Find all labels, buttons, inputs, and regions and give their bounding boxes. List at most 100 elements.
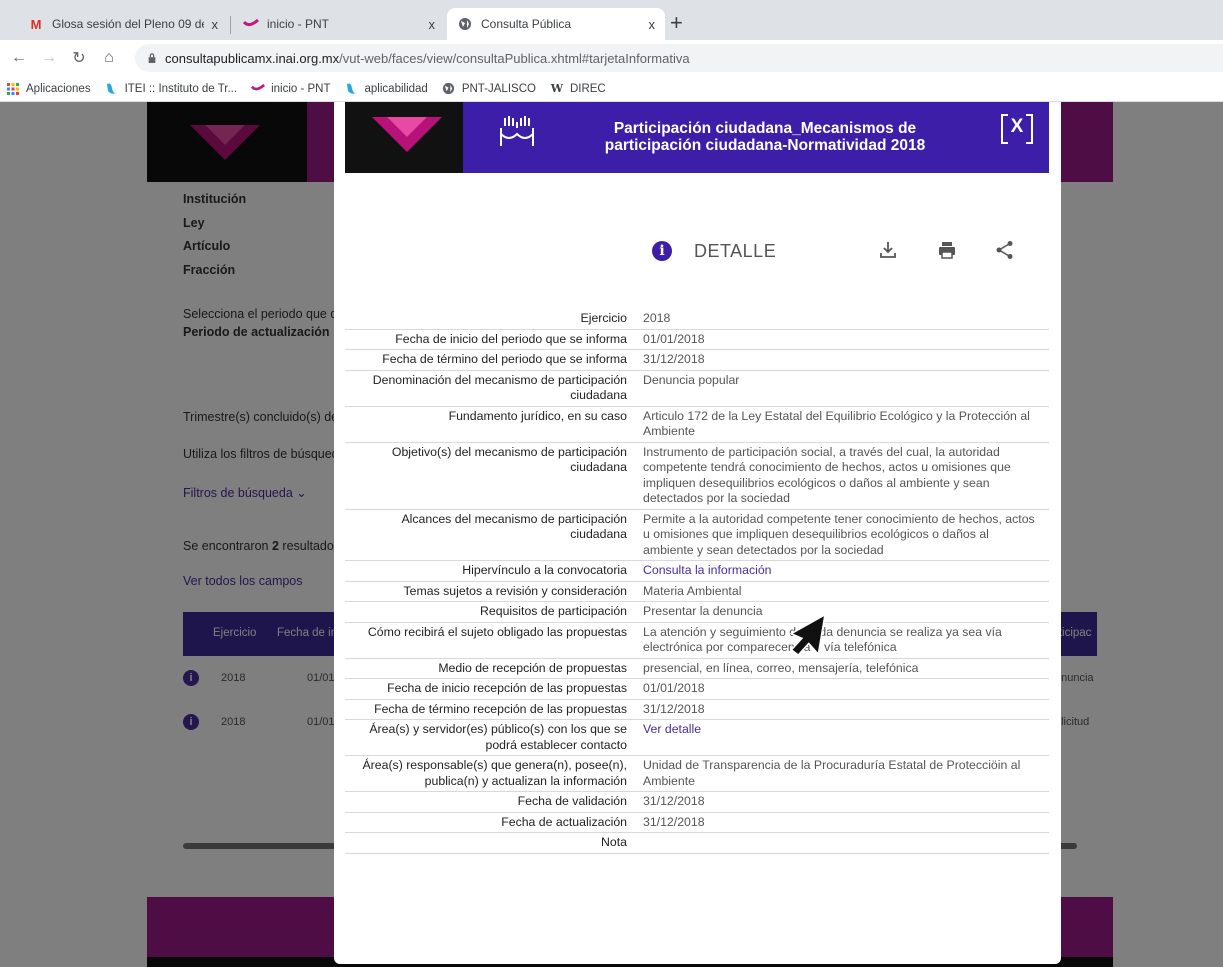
address-bar[interactable]: consultapublicamx.inai.org.mx/vut-web/fa…: [135, 44, 1223, 72]
detail-row-value: 31/12/2018: [643, 794, 705, 808]
detail-row-value: La atención y seguimiento de cada denunc…: [643, 624, 1002, 655]
pnt-icon: [243, 16, 259, 32]
browser-tab-consulta[interactable]: Consulta Pública x: [447, 8, 665, 40]
detail-row-label: Denominación del mecanismo de participac…: [372, 372, 627, 403]
detail-row-label: Fundamento jurídico, en su caso: [448, 408, 627, 423]
itei-icon: [345, 82, 359, 96]
close-button[interactable]: X: [1001, 114, 1033, 144]
detail-row-link[interactable]: Ver detalle: [643, 722, 701, 736]
gmail-icon: M: [30, 16, 42, 32]
pnt-icon: [251, 82, 266, 96]
detail-row-value: Instrumento de participación social, a t…: [643, 444, 1011, 506]
lock-icon: [148, 53, 156, 63]
browser-toolbar: ← → ↻ ⌂ consultapublicamx.inai.org.mx/vu…: [0, 40, 1223, 76]
detail-row-value: Permite a la autoridad competente tener …: [643, 511, 1035, 557]
print-icon[interactable]: [937, 240, 957, 260]
bookmark-label: inicio - PNT: [271, 82, 331, 95]
detail-row-value: presencial, en línea, correo, mensajería…: [643, 660, 919, 675]
detail-row-label: Fecha de actualización: [501, 814, 627, 829]
tab-close-icon[interactable]: x: [429, 17, 436, 32]
browser-tab-glosa[interactable]: M Glosa sesión del Pleno 09 de sep x: [18, 8, 228, 40]
wikipedia-icon: W: [550, 82, 564, 95]
detail-row-label: Fecha de inicio recepción de las propues…: [387, 681, 627, 695]
bookmark-itei[interactable]: ITEI :: Instituto de Tr...: [105, 82, 238, 96]
detail-row: Hipervínculo a la convocatoria Consulta l…: [345, 561, 1049, 582]
detail-row-value: 31/12/2018: [643, 814, 705, 829]
download-icon[interactable]: [878, 240, 898, 260]
url-host: consultapublicamx.inai.org.mx: [165, 50, 340, 66]
detail-row-value: 01/01/2018: [643, 681, 705, 695]
detail-row: Fecha de término del periodo que se info…: [345, 350, 1049, 371]
detail-row: Nota: [345, 833, 1049, 854]
pnt-logo-icon: [372, 117, 442, 152]
detail-row: Fecha de inicio recepción de las propues…: [345, 679, 1049, 700]
detail-row-value: Materia Ambiental: [643, 583, 742, 598]
share-icon[interactable]: [995, 240, 1015, 260]
bookmark-apps[interactable]: Aplicaciones: [6, 82, 91, 96]
raised-hands-icon: [500, 116, 534, 146]
detail-row: Fecha de actualización 31/12/2018: [345, 813, 1049, 833]
home-icon[interactable]: ⌂: [98, 49, 120, 67]
mouse-pointer-icon: [789, 615, 826, 656]
bookmark-pnt-jalisco[interactable]: PNT-JALISCO: [442, 82, 536, 96]
modal-title: Participación ciudadana_Mecanismos de pa…: [604, 120, 926, 154]
detail-row-value: Denuncia popular: [643, 372, 740, 387]
bookmark-label: ITEI :: Instituto de Tr...: [124, 82, 238, 95]
detail-row-value: 31/12/2018: [643, 352, 705, 366]
tab-close-icon[interactable]: x: [212, 17, 219, 32]
detail-row: Cómo recibirá el sujeto obligado las pro…: [345, 623, 1049, 659]
detail-row-label: Objetivo(s) del mecanismo de participaci…: [391, 444, 627, 475]
tab-close-icon[interactable]: x: [649, 17, 656, 32]
tab-title: Glosa sesión del Pleno 09 de sep: [52, 17, 204, 31]
detail-row-value: Consulta la información: [635, 561, 1049, 581]
detail-row-label: Ejercicio: [580, 311, 627, 325]
new-tab-button[interactable]: +: [670, 12, 683, 34]
detail-row: Requisitos de participación Presentar la …: [345, 602, 1049, 623]
detail-row-value: 2018: [643, 311, 671, 325]
detail-row: Área(s) responsable(s) que genera(n), po…: [345, 756, 1049, 792]
bookmark-inicio-pnt[interactable]: inicio - PNT: [251, 82, 331, 96]
detail-row: Objetivo(s) del mecanismo de participaci…: [345, 443, 1049, 510]
detail-bar: i DETALLE: [652, 238, 776, 264]
detail-row-value: Ver detalle: [635, 720, 1049, 755]
browser-tab-bar: M Glosa sesión del Pleno 09 de sep x ini…: [0, 0, 1223, 40]
detail-row-label: Cómo recibirá el sujeto obligado las pro…: [367, 624, 627, 639]
reload-icon[interactable]: ↻: [68, 48, 90, 68]
detail-row-label: Nota: [601, 835, 627, 849]
detail-row-label: Fecha de validación: [517, 794, 627, 808]
bookmark-label: aplicabilidad: [364, 82, 428, 95]
detail-row-label: Fecha de término recepción de las propue…: [374, 701, 627, 716]
bookmark-direc[interactable]: W DIREC: [550, 82, 606, 96]
detail-row-label: Medio de recepción de propuestas: [438, 660, 627, 675]
detail-row: Alcances del mecanismo de participación …: [345, 510, 1049, 561]
detail-row-link[interactable]: Consulta la información: [643, 563, 772, 577]
back-arrow-icon[interactable]: ←: [8, 49, 30, 67]
tab-separator: [230, 16, 231, 34]
apps-grid-icon: [6, 82, 20, 96]
bookmark-label: Aplicaciones: [26, 82, 91, 95]
bookmark-label: PNT-JALISCO: [461, 82, 536, 95]
detail-row-value: [635, 833, 1049, 853]
detail-row: Medio de recepción de propuestas presenci…: [345, 659, 1049, 679]
bookmark-aplicabilidad[interactable]: aplicabilidad: [345, 82, 428, 96]
tab-title: inicio - PNT: [267, 17, 330, 31]
detail-row: Denominación del mecanismo de participac…: [345, 371, 1049, 407]
detail-row-value: Presentar la denuncia: [643, 604, 763, 618]
forward-arrow-icon[interactable]: →: [38, 49, 60, 67]
url-path: /vut-web/faces/view/consultaPublica.xhtm…: [339, 50, 690, 66]
detail-row: Ejercicio 2018: [345, 309, 1049, 330]
detail-row: Fecha de validación 31/12/2018: [345, 792, 1049, 813]
detail-row-value: Unidad de Transparencia de la Procuradur…: [643, 758, 1021, 788]
itei-icon: [105, 82, 119, 96]
detail-row-label: Fecha de término del periodo que se info…: [382, 352, 627, 366]
browser-tab-pnt[interactable]: inicio - PNT x: [233, 8, 445, 40]
detail-row: Fecha de término recepción de las propue…: [345, 700, 1049, 720]
detail-row-value: 01/01/2018: [643, 331, 705, 346]
detail-row-value: 31/12/2018: [643, 701, 705, 716]
detail-row-label: Hipervínculo a la convocatoria: [462, 563, 627, 577]
bookmark-label: DIREC: [569, 82, 606, 95]
detail-row: Temas sujetos a revisión y consideración…: [345, 582, 1049, 602]
globe-icon: [457, 16, 473, 32]
detail-row-value: Articulo 172 de la Ley Estatal del Equil…: [643, 408, 1030, 439]
detail-row: Fundamento jurídico, en su caso Articulo …: [345, 407, 1049, 443]
